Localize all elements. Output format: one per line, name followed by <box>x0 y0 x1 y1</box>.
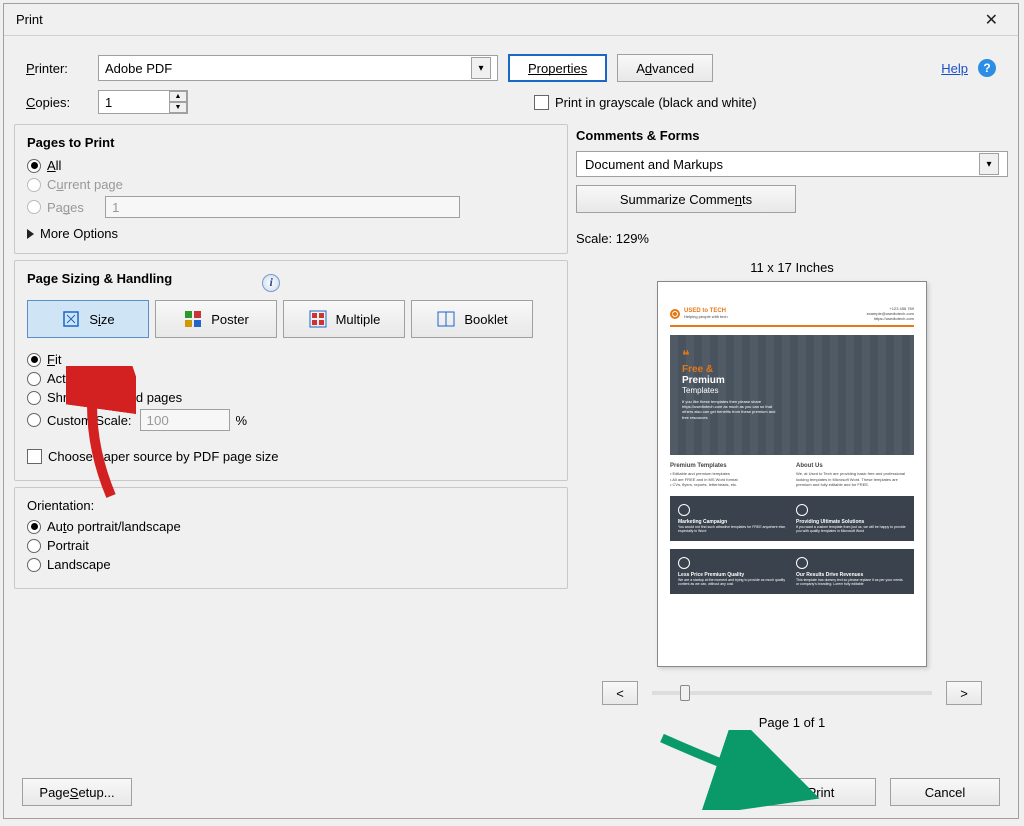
radio-icon <box>27 178 41 192</box>
triangle-right-icon <box>27 229 34 239</box>
radio-icon <box>27 353 41 367</box>
preview-page: USED to TECH Helping people with tech +1… <box>657 281 927 667</box>
radio-pages: Pages <box>27 196 555 218</box>
page-setup-button[interactable]: Page Setup... <box>22 778 132 806</box>
radio-current-page: Current page <box>27 177 555 192</box>
more-options-toggle[interactable]: More Options <box>27 226 555 241</box>
chevron-down-icon[interactable]: ▾ <box>471 57 491 79</box>
size-tab[interactable]: Size <box>27 300 149 338</box>
comments-select[interactable]: Document and Markups ▾ <box>576 151 1008 177</box>
page-indicator: Page 1 of 1 <box>759 715 826 730</box>
help-link[interactable]: Help <box>941 61 968 76</box>
radio-icon <box>27 200 41 214</box>
comments-selected: Document and Markups <box>585 157 723 172</box>
orientation-title: Orientation: <box>27 498 555 513</box>
poster-icon <box>183 309 203 329</box>
orientation-group: Orientation: Auto portrait/landscape Por… <box>14 487 568 589</box>
print-button[interactable]: Print <box>766 778 876 806</box>
dollar-icon <box>796 557 808 569</box>
radio-custom-scale[interactable]: Custom Scale: % <box>27 409 555 431</box>
radio-icon <box>27 520 41 534</box>
poster-tab[interactable]: Poster <box>155 300 277 338</box>
flame-icon <box>670 309 680 319</box>
page-sizing-group: Page Sizing & Handling i Size Poster <box>14 260 568 481</box>
multiple-tab[interactable]: Multiple <box>283 300 405 338</box>
choose-paper-checkbox[interactable]: Choose paper source by PDF page size <box>27 449 555 464</box>
radio-icon <box>27 372 41 386</box>
preview-zoom-slider[interactable] <box>652 691 932 695</box>
booklet-tab[interactable]: Booklet <box>411 300 533 338</box>
checkbox-icon <box>534 95 549 110</box>
slider-thumb[interactable] <box>680 685 690 701</box>
page-sizing-title: Page Sizing & Handling <box>27 271 172 286</box>
radio-icon <box>27 159 41 173</box>
comments-forms-title: Comments & Forms <box>576 128 1008 143</box>
printer-value: Adobe PDF <box>105 61 172 76</box>
radio-actual-size[interactable]: Actual size <box>27 371 555 386</box>
booklet-icon <box>436 309 456 329</box>
radio-icon <box>27 558 41 572</box>
window-title: Print <box>16 12 43 27</box>
custom-scale-input[interactable] <box>140 409 230 431</box>
size-icon <box>61 309 81 329</box>
radio-fit[interactable]: Fit <box>27 352 555 367</box>
radio-shrink[interactable]: Shrink oversized pages <box>27 390 555 405</box>
advanced-button[interactable]: Advanced <box>617 54 713 82</box>
printer-label: Printer: <box>26 61 88 76</box>
radio-auto-orientation[interactable]: Auto portrait/landscape <box>27 519 555 534</box>
pages-to-print-group: Pages to Print All Current page Pages <box>14 124 568 254</box>
properties-button[interactable]: Properties <box>508 54 607 82</box>
printer-select[interactable]: Adobe PDF ▾ <box>98 55 498 81</box>
radio-portrait[interactable]: Portrait <box>27 538 555 553</box>
grayscale-checkbox[interactable]: Print in grayscale (black and white) <box>534 95 757 110</box>
radio-icon <box>27 391 41 405</box>
summarize-comments-button[interactable]: Summarize Comments <box>576 185 796 213</box>
pages-to-print-title: Pages to Print <box>27 135 555 150</box>
spinner-down-icon[interactable]: ▼ <box>169 102 187 113</box>
radio-icon <box>27 539 41 553</box>
gear-icon <box>796 504 808 516</box>
preview-prev-button[interactable]: < <box>602 681 638 705</box>
percent-label: % <box>236 413 248 428</box>
checkbox-icon <box>27 449 42 464</box>
grayscale-label: Print in grayscale (black and white) <box>555 95 757 110</box>
chart-icon <box>678 504 690 516</box>
copies-value: 1 <box>105 95 112 110</box>
help-icon[interactable]: ? <box>978 59 996 77</box>
copies-label: Copies: <box>26 95 88 110</box>
tag-icon <box>678 557 690 569</box>
spinner-up-icon[interactable]: ▲ <box>169 91 187 102</box>
cancel-button[interactable]: Cancel <box>890 778 1000 806</box>
info-icon[interactable]: i <box>262 274 280 292</box>
multiple-icon <box>308 309 328 329</box>
scale-label: Scale: 129% <box>576 231 1008 246</box>
preview-next-button[interactable]: > <box>946 681 982 705</box>
copies-spinner[interactable]: 1 ▲ ▼ <box>98 90 188 114</box>
radio-landscape[interactable]: Landscape <box>27 557 555 572</box>
radio-all[interactable]: All <box>27 158 555 173</box>
close-icon[interactable]: ✕ <box>977 6 1006 34</box>
preview-dimensions: 11 x 17 Inches <box>750 260 834 275</box>
pages-input[interactable] <box>105 196 460 218</box>
chevron-down-icon[interactable]: ▾ <box>979 153 999 175</box>
radio-icon <box>27 413 41 427</box>
more-options-label: More Options <box>40 226 118 241</box>
